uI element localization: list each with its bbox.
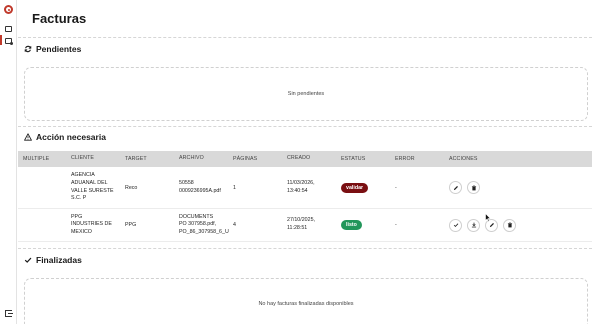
app-logo[interactable] [4,5,13,14]
divider [18,37,592,38]
pending-empty-text: Sin pendientes [287,91,325,97]
refresh-icon [24,45,32,53]
done-empty-box: No hay facturas finalizadas disponibles [24,278,588,324]
section-pending-title: Pendientes [36,44,82,54]
table-row: AGENCIA ADUANAL DEL VALLE SURESTE S.C. P… [18,167,592,209]
invoices-icon[interactable] [5,38,13,45]
created-date: 27/10/2025, [287,217,315,224]
file-line: DOCUMENTS [179,213,214,220]
client-line: VALLE SURESTE [71,187,114,194]
client-line: PPG [71,213,83,220]
cell-client: AGENCIA ADUANAL DEL VALLE SURESTE S.C. P [71,172,125,202]
cell-target: PPG [125,222,137,228]
cell-pages: 4 [233,222,236,228]
section-done-title: Finalizadas [36,255,82,265]
section-action-title: Acción necesaria [36,132,106,142]
col-target[interactable]: TARGET [125,156,179,162]
documents-icon[interactable] [5,26,12,32]
mouse-cursor-icon [485,213,491,222]
col-file[interactable]: ARCHIVO [179,155,233,163]
cell-actions [449,181,549,194]
cell-file: 50558 0009236995A.pdf [179,180,233,195]
created-date: 11/03/2026, [287,179,315,186]
action-table: MULTIPLE CLIENTE TARGET ARCHIVO PÁGINAS … [18,151,592,242]
edit-icon [453,185,458,190]
col-created[interactable]: CREADO [287,155,341,163]
edit-button[interactable] [449,181,462,194]
client-line: INDUSTRIES DE [71,221,112,228]
logout-icon[interactable] [5,310,13,317]
created-time: 11:28:51 [287,225,308,231]
check-icon [453,223,458,227]
col-pages[interactable]: PÁGINAS [233,156,287,162]
cell-error: - [395,222,397,228]
main-content: Facturas Pendientes Sin pendientes Acció… [18,0,600,324]
section-action-header: Acción necesaria [24,132,106,142]
file-line: 0009236995A.pdf [179,187,221,194]
client-line: S.C. P [71,195,87,202]
cell-status: listo [341,220,395,230]
active-indicator [0,35,2,45]
cell-created: 27/10/2025, 11:28:51 [287,217,341,232]
cell-target: Reco [125,184,138,191]
cell-client: PPG INDUSTRIES DE MEXICO [71,214,125,237]
status-badge[interactable]: validar [341,182,369,193]
client-line: ADUANAL DEL [71,179,108,186]
file-line: PO 307958.pdf, [179,221,217,228]
section-done-header: Finalizadas [24,255,82,265]
file-line: PO_86_307958_6_U [179,228,229,235]
check-icon [24,257,32,263]
page-title: Facturas [32,11,87,26]
warning-icon [24,133,32,141]
col-actions: ACCIONES [449,156,478,162]
approve-button[interactable] [449,218,462,232]
edit-icon [489,223,494,228]
delete-button[interactable] [503,218,516,232]
download-icon [471,222,476,228]
cell-actions [449,218,549,232]
download-button[interactable] [467,218,480,232]
divider [18,248,592,249]
section-pending-header: Pendientes [24,44,81,54]
table-row: PPG INDUSTRIES DE MEXICO PPG DOCUMENTS P… [18,209,592,242]
created-time: 13:40:54 [287,187,308,194]
client-line: MEXICO [71,228,92,235]
done-empty-text: No hay facturas finalizadas disponibles [258,301,354,307]
table-header: MULTIPLE CLIENTE TARGET ARCHIVO PÁGINAS … [18,151,592,167]
col-client[interactable]: CLIENTE [71,155,125,163]
cell-file: DOCUMENTS PO 307958.pdf, PO_86_307958_6_… [179,214,233,237]
divider [18,126,592,127]
file-line: 50558 [179,179,194,186]
client-line: AGENCIA [71,172,95,179]
delete-button[interactable] [467,181,480,194]
sidebar [0,0,17,324]
col-multiple[interactable]: MULTIPLE [18,156,71,162]
cell-status: validar [341,182,395,193]
trash-icon [507,222,512,228]
col-status[interactable]: ESTATUS [341,156,395,162]
pending-empty-box: Sin pendientes [24,67,588,121]
trash-icon [471,185,476,190]
cell-error: - [395,184,397,191]
cell-created: 11/03/2026, 13:40:54 [287,180,341,195]
status-badge[interactable]: listo [341,220,362,230]
col-error[interactable]: ERROR [395,156,449,162]
cell-pages: 1 [233,184,236,191]
